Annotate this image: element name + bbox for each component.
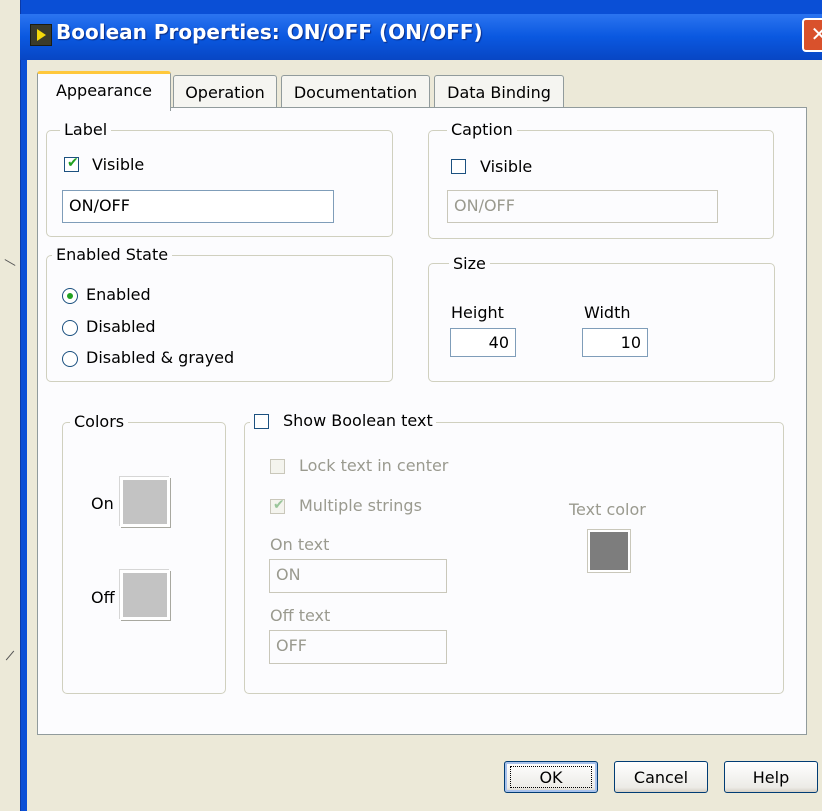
caption-visible-text: Visible bbox=[480, 157, 533, 176]
on-color-swatch[interactable] bbox=[120, 477, 170, 527]
off-color-swatch[interactable] bbox=[120, 570, 170, 620]
enabled-radio[interactable] bbox=[62, 288, 78, 304]
multiple-strings-label: Multiple strings bbox=[299, 496, 422, 515]
ok-button[interactable]: OK bbox=[504, 761, 598, 793]
off-text-label: Off text bbox=[270, 606, 331, 625]
lock-text-center-checkbox[interactable] bbox=[270, 459, 285, 474]
text-color-label: Text color bbox=[569, 500, 646, 519]
label-visible-text: Visible bbox=[92, 155, 145, 174]
on-text-label: On text bbox=[270, 535, 330, 554]
height-field[interactable]: 40 bbox=[450, 328, 516, 357]
caption-group-legend: Caption bbox=[447, 120, 517, 139]
tab-documentation[interactable]: Documentation bbox=[281, 75, 430, 108]
tab-label: Appearance bbox=[55, 81, 153, 100]
enabled-radio-label: Enabled bbox=[86, 285, 151, 304]
tab-label: Data Binding bbox=[447, 83, 551, 102]
text-color-swatch[interactable] bbox=[588, 530, 630, 572]
show-boolean-text-checkbox[interactable] bbox=[254, 414, 269, 429]
enabled-state-legend: Enabled State bbox=[52, 245, 173, 264]
size-group-legend: Size bbox=[449, 254, 490, 273]
width-label: Width bbox=[584, 303, 631, 322]
on-color-label: On bbox=[91, 494, 114, 513]
disabled-grayed-radio[interactable] bbox=[62, 351, 78, 367]
cancel-button-label: Cancel bbox=[633, 768, 689, 787]
colors-group-legend: Colors bbox=[70, 412, 129, 431]
tab-data-binding[interactable]: Data Binding bbox=[434, 75, 564, 108]
label-text-field[interactable]: ON/OFF bbox=[62, 190, 334, 223]
help-button-label: Help bbox=[752, 768, 790, 787]
width-field[interactable]: 10 bbox=[582, 328, 648, 357]
check-mark-icon: ✔ bbox=[67, 155, 79, 171]
radio-dot-icon bbox=[67, 293, 73, 299]
caption-visible-checkbox[interactable] bbox=[451, 159, 466, 174]
window-title: Boolean Properties: ON/OFF (ON/OFF) bbox=[56, 20, 483, 44]
off-color-label: Off bbox=[91, 588, 115, 607]
close-button[interactable]: ✕ bbox=[802, 18, 822, 52]
cancel-button[interactable]: Cancel bbox=[614, 761, 708, 793]
on-text-field[interactable]: ON bbox=[269, 559, 447, 593]
off-text-field[interactable]: OFF bbox=[269, 630, 447, 664]
lock-text-center-label: Lock text in center bbox=[299, 456, 449, 475]
help-button[interactable]: Help bbox=[724, 761, 818, 793]
tab-label: Operation bbox=[185, 83, 265, 102]
focus-ring bbox=[510, 766, 592, 788]
label-visible-checkbox[interactable]: ✔ bbox=[64, 155, 79, 172]
colors-group bbox=[62, 422, 226, 694]
check-mark-icon: ✔ bbox=[273, 497, 285, 513]
height-label: Height bbox=[451, 303, 504, 322]
multiple-strings-checkbox[interactable]: ✔ bbox=[270, 497, 285, 514]
disabled-radio[interactable] bbox=[62, 320, 78, 336]
disabled-grayed-radio-label: Disabled & grayed bbox=[86, 348, 235, 367]
size-group bbox=[428, 263, 775, 382]
tab-operation[interactable]: Operation bbox=[173, 75, 277, 108]
label-group-legend: Label bbox=[60, 120, 112, 139]
disabled-radio-label: Disabled bbox=[86, 317, 156, 336]
show-boolean-text-label: Show Boolean text bbox=[283, 411, 433, 430]
caption-text-field[interactable]: ON/OFF bbox=[447, 190, 718, 223]
tab-appearance[interactable]: Appearance bbox=[37, 71, 171, 111]
labview-icon bbox=[30, 24, 52, 46]
tab-label: Documentation bbox=[293, 83, 418, 102]
